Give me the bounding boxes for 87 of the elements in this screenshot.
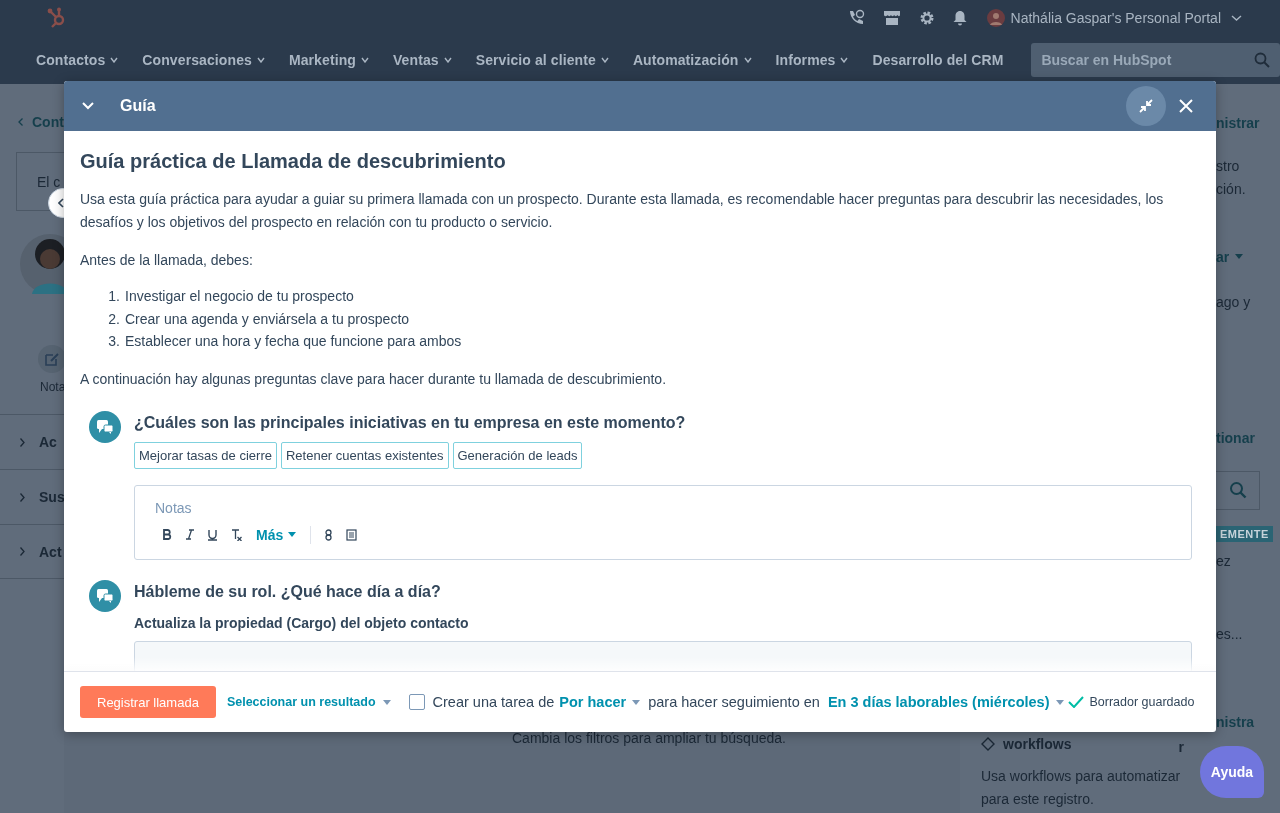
task-type-dropdown[interactable]: Por hacer [559, 694, 641, 710]
nav-menu-item[interactable]: Automatización [632, 52, 752, 68]
chevron-right-icon [20, 492, 25, 502]
task-checkbox[interactable] [408, 694, 425, 710]
italic-icon[interactable] [186, 529, 194, 540]
back-link[interactable]: Cont [18, 114, 64, 130]
list-number: 1. [107, 287, 120, 306]
tag-chip[interactable]: Mejorar tasas de cierre [134, 441, 277, 469]
panel-text: ez [1216, 552, 1232, 572]
nav-menu-item[interactable]: Ventas [392, 52, 452, 68]
notes-editor[interactable]: Notas Más [134, 484, 1192, 560]
chevron-left-icon [18, 118, 23, 126]
clear-format-icon[interactable] [231, 528, 242, 541]
text-field[interactable] [134, 640, 1192, 671]
list-item: Crear una agenda y enviársela a tu prospecto [125, 309, 410, 329]
snippet-icon[interactable] [346, 528, 358, 541]
chevron-down-icon [82, 102, 94, 110]
chat-bubbles-icon [96, 418, 114, 435]
chevron-right-icon [20, 547, 25, 556]
nav-menu-item[interactable]: Marketing [288, 52, 369, 68]
question-text: Hábleme de su rol. ¿Qué hace día a día? [134, 581, 442, 602]
caret-icon [288, 532, 297, 537]
tag-chip[interactable]: Generación de leads [452, 441, 583, 469]
nav-menu-item[interactable]: Conversaciones [142, 52, 265, 68]
list-item: Establecer una hora y fecha que funcione para ambos [125, 332, 462, 351]
nav-menu-item[interactable]: Informes [775, 52, 849, 68]
settings-icon[interactable] [918, 10, 935, 26]
caret-icon [1235, 254, 1244, 260]
outcome-dropdown[interactable]: Seleccionar un resultado [226, 695, 391, 709]
task-label: Crear una tarea de [432, 694, 555, 710]
task-label: para hacer seguimiento en [648, 694, 820, 710]
action-label: Nota [40, 380, 66, 394]
chevron-right-icon [20, 437, 25, 447]
list-item: Investigar el negocio de tu prospecto [125, 287, 354, 306]
panel-link[interactable]: nistrar [1216, 112, 1280, 134]
panel-text: es... [1216, 625, 1244, 645]
panel-text: ción. [1216, 179, 1247, 199]
caret-icon [1055, 699, 1064, 705]
panel-link[interactable]: nistra [1216, 711, 1280, 734]
paragraph: A continuación hay algunas preguntas clave para hacer durante tu llamada de descubrimiento. [80, 369, 668, 389]
nav-menu-item[interactable]: Contactos [36, 52, 119, 68]
check-icon [1067, 696, 1084, 708]
paragraph: Antes de la llamada, debes: [80, 251, 254, 270]
card-description: Usa workflows para automatizar para este registro. [981, 767, 1181, 809]
list-number: 2. [107, 309, 120, 329]
tag-chip[interactable]: Retener cuentas existentes [280, 441, 449, 469]
chevron-down-icon [1231, 15, 1242, 21]
save-status: Borrador guardado [1089, 695, 1195, 709]
empty-hint: Cambia los filtros para ampliar tu búsqueda. [512, 730, 786, 746]
intro-paragraph: Usa esta guía práctica para ayudar a guiar su primera llamada con un prospecto. Durante esta llamada, es recomendable hacer preguntas para descubrir las necesidades, los desafíos y los objetivos del prospecto en relación con tu producto o servicio. [80, 190, 1165, 232]
minimize-button[interactable] [1126, 86, 1166, 126]
card-title: workflows [1003, 736, 1072, 752]
close-icon [1179, 99, 1193, 113]
register-call-button[interactable]: Registrar llamada [80, 686, 216, 718]
chat-bubbles-icon [96, 587, 114, 604]
diamond-icon [981, 737, 995, 751]
notes-placeholder: Notas [155, 499, 193, 516]
panel-link[interactable]: tionar [1216, 426, 1280, 449]
panel-text: stro [1216, 156, 1241, 176]
portal-name[interactable]: Nathália Gaspar's Personal Portal [1010, 10, 1221, 26]
card-text: r [1178, 739, 1184, 755]
panel-text: ago y [1216, 292, 1252, 312]
bold-icon[interactable] [163, 529, 172, 540]
panel-dropdown[interactable]: ar [1216, 245, 1280, 268]
store-icon[interactable] [882, 10, 901, 26]
chevron-left-icon [58, 198, 64, 208]
note-button[interactable] [38, 345, 66, 373]
avatar-icon[interactable] [986, 9, 1005, 27]
nav-menu-item[interactable]: Servicio al cliente [475, 52, 609, 68]
caret-icon [382, 699, 391, 705]
caret-icon [632, 699, 641, 705]
search-icon [1228, 481, 1247, 500]
dialog-title: Guía [120, 97, 157, 115]
more-dropdown[interactable]: Más [256, 526, 297, 543]
property-label: Actualiza la propiedad (Cargo) del objeto contacto [134, 614, 470, 631]
edit-icon [45, 352, 59, 366]
guide-heading: Guía práctica de Llamada de descubrimiento [80, 149, 507, 174]
underline-icon[interactable] [208, 528, 217, 541]
question-text: ¿Cuáles son las principales iniciativas en tu empresa en este momento? [134, 412, 687, 433]
nav-menu-item[interactable]: Desarrollo del CRM [872, 52, 1004, 68]
search-field[interactable]: Buscar en HubSpot [1031, 43, 1280, 77]
link-icon[interactable] [325, 528, 333, 541]
minimize-icon [1139, 99, 1153, 113]
bell-icon[interactable] [952, 10, 967, 26]
status-tag: EMENTE [1216, 526, 1273, 543]
due-date-dropdown[interactable]: En 3 días laborables (miércoles) [827, 694, 1064, 710]
list-number: 3. [107, 332, 120, 351]
